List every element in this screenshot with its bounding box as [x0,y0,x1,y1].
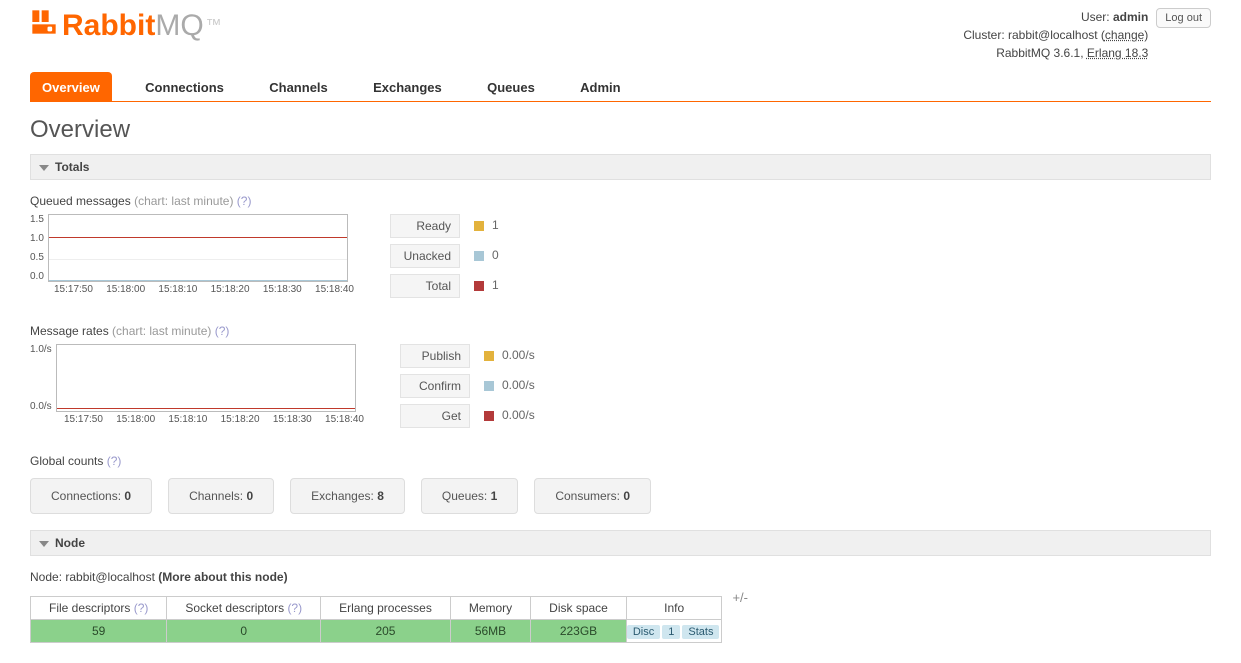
disk-value: 223GB [531,620,626,642]
section-totals-header[interactable]: Totals [30,154,1211,180]
legend-label: Confirm [400,374,470,398]
tab-admin[interactable]: Admin [568,72,632,101]
count-connections[interactable]: Connections: 0 [30,478,152,514]
nav-tabs: Overview Connections Channels Exchanges … [30,72,1211,102]
chevron-down-icon [39,541,49,547]
rates-plot [56,344,356,412]
legend-value: 0.00/s [502,374,548,398]
legend-label: Get [400,404,470,428]
th-memory: Memory [450,597,530,620]
legend-label: Publish [400,344,470,368]
th-disk-space: Disk space [531,597,627,620]
tab-queues[interactable]: Queues [475,72,547,101]
legend-value: 0.00/s [502,344,548,368]
rates-chart: 1.0/s 0.0/s 15:17:50 15:18:00 15:18:10 1… [30,344,364,425]
legend-swatch-icon [474,251,484,261]
legend-swatch-icon [474,281,484,291]
chevron-down-icon [39,165,49,171]
th-socket-descriptors: Socket descriptors (?) [167,597,321,620]
tab-channels[interactable]: Channels [257,72,340,101]
message-rates-heading: Message rates (chart: last minute) (?) [30,324,1211,338]
plus-minus-toggle[interactable]: +/- [732,590,748,605]
legend-swatch-icon [484,351,494,361]
logo-text-rabbit: Rabbit [62,9,155,43]
count-channels[interactable]: Channels: 0 [168,478,274,514]
badge-stats: Stats [682,625,719,639]
legend-swatch-icon [484,411,494,421]
tab-connections[interactable]: Connections [133,72,236,101]
legend-value: 1 [492,214,538,238]
legend-swatch-icon [474,221,484,231]
legend-label: Total [390,274,460,298]
node-line: Node: rabbit@localhost (More about this … [30,570,1211,584]
rabbitmq-logo: RabbitMQ™ [30,8,222,44]
global-counts-help-icon[interactable]: (?) [107,454,122,468]
badge-disc: Disc [627,625,660,639]
count-consumers[interactable]: Consumers: 0 [534,478,651,514]
logo-text-mq: MQ [155,9,203,43]
queued-help-icon[interactable]: (?) [237,194,252,208]
node-table: File descriptors (?) Socket descriptors … [30,596,722,643]
queued-yaxis: 1.5 1.0 0.5 0.0 [30,214,48,282]
count-exchanges[interactable]: Exchanges: 8 [290,478,405,514]
page-title: Overview [30,116,1211,144]
legend-swatch-icon [484,381,494,391]
legend-value: 1 [492,274,538,298]
user-name: admin [1113,10,1148,24]
change-cluster-link[interactable]: change [1105,28,1144,42]
global-counts-heading: Global counts (?) [30,454,1211,468]
legend-value: 0.00/s [502,404,548,428]
legend-label: Unacked [390,244,460,268]
sd-value: 0 [167,620,320,642]
legend-label: Ready [390,214,460,238]
user-line: User: admin [963,8,1148,26]
logout-button[interactable]: Log out [1156,8,1211,28]
legend-value: 0 [492,244,538,268]
badge-one: 1 [662,625,680,639]
queued-messages-heading: Queued messages (chart: last minute) (?) [30,194,1211,208]
queued-xaxis: 15:17:50 15:18:00 15:18:10 15:18:20 15:1… [54,284,354,295]
proc-value: 205 [321,620,450,642]
queued-plot [48,214,348,282]
th-erlang-processes: Erlang processes [321,597,451,620]
tab-overview[interactable]: Overview [30,72,112,101]
rates-legend: Publish 0.00/s Confirm 0.00/s Get 0.00/s [400,344,548,434]
erlang-link[interactable]: Erlang 18.3 [1087,46,1148,60]
info-badges: Disc1Stats [626,620,722,643]
more-about-node-link[interactable]: (More about this node) [158,570,287,584]
fd-help-icon[interactable]: (?) [134,601,149,615]
version-line: RabbitMQ 3.6.1, Erlang 18.3 [963,44,1148,62]
queued-chart: 1.5 1.0 0.5 0.0 15:17:50 15:18:00 15:18:… [30,214,354,295]
section-node-header[interactable]: Node [30,530,1211,556]
th-file-descriptors: File descriptors (?) [31,597,167,620]
fd-value: 59 [31,620,166,642]
rates-help-icon[interactable]: (?) [215,324,230,338]
sd-help-icon[interactable]: (?) [287,601,302,615]
cluster-line: Cluster: rabbit@localhost (change) [963,26,1148,44]
queued-legend: Ready 1 Unacked 0 Total 1 [390,214,538,304]
rates-xaxis: 15:17:50 15:18:00 15:18:10 15:18:20 15:1… [64,414,364,425]
mem-value: 56MB [451,620,530,642]
rabbitmq-logo-icon [30,8,58,44]
rates-yaxis: 1.0/s 0.0/s [30,344,56,412]
count-queues[interactable]: Queues: 1 [421,478,518,514]
tab-exchanges[interactable]: Exchanges [361,72,454,101]
th-info: Info [626,597,722,620]
